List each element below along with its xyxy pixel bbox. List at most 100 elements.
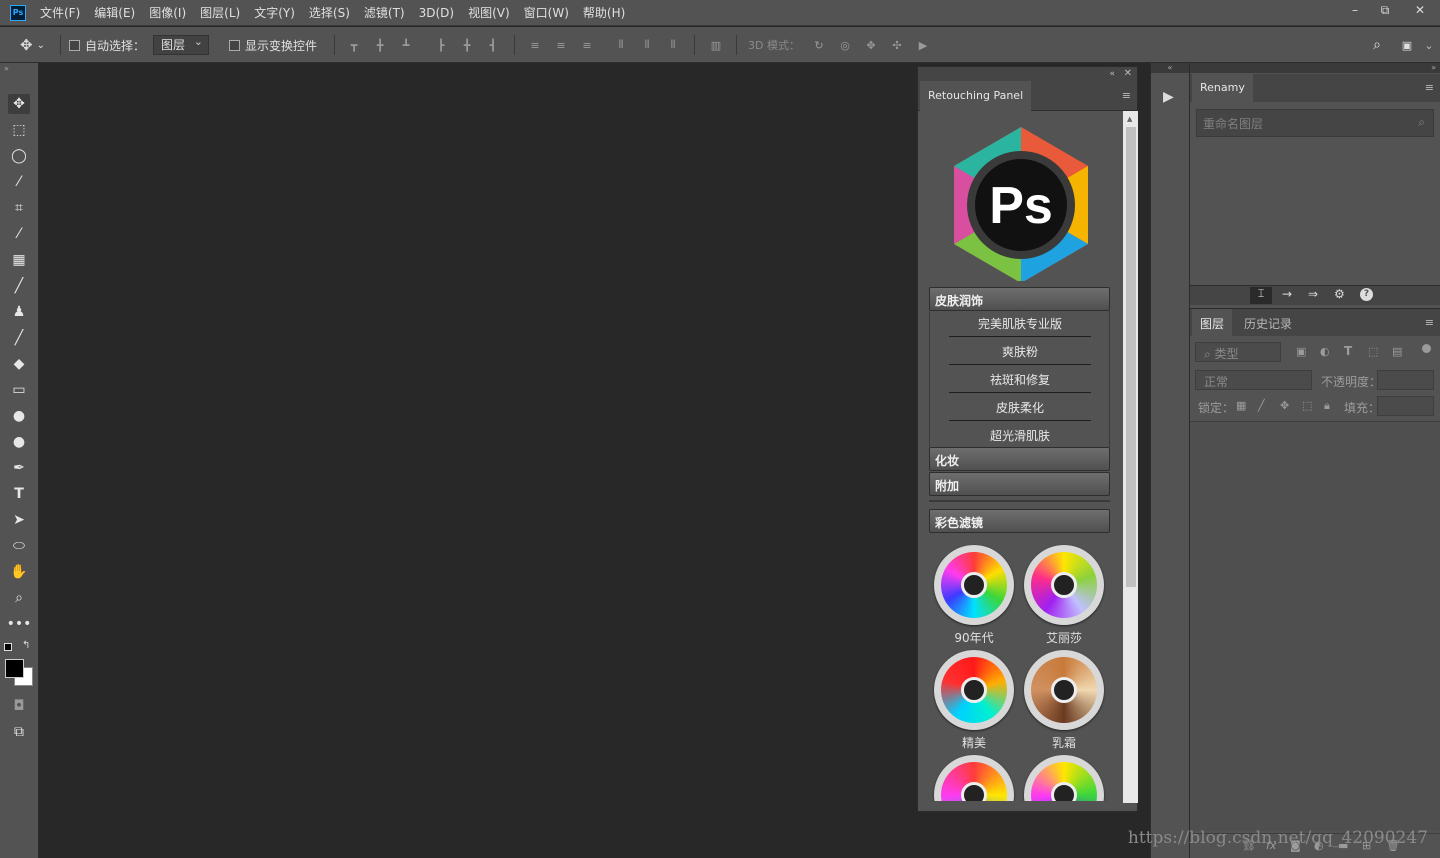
foreground-color-swatch[interactable] — [5, 659, 24, 678]
filter-alisa[interactable]: 艾丽莎 — [1024, 545, 1104, 645]
item-skin-powder[interactable]: 爽肤粉 — [949, 339, 1091, 365]
eyedropper-icon[interactable]: ⁄ — [8, 224, 30, 244]
marquee-tool-icon[interactable]: ⬚ — [8, 120, 30, 140]
lock-transparent-icon[interactable]: ▦ — [1236, 399, 1246, 412]
lock-artboard-icon[interactable]: ⬚ — [1302, 399, 1312, 412]
clone-stamp-icon[interactable]: ♟ — [8, 302, 30, 322]
menu-view[interactable]: 视图(V) — [468, 4, 510, 21]
fill-input[interactable] — [1377, 396, 1434, 416]
blend-mode-dropdown[interactable]: 正常 — [1195, 370, 1312, 390]
menu-3d[interactable]: 3D(D) — [419, 6, 454, 20]
align-left-icon[interactable]: ┣ — [434, 38, 448, 52]
swap-colors-icon[interactable]: ↰ — [22, 640, 30, 651]
align-bottom-icon[interactable]: ┻ — [399, 38, 413, 52]
section-makeup[interactable]: 化妆 — [929, 447, 1110, 471]
opacity-input[interactable] — [1377, 370, 1434, 390]
photoshop-logo-icon[interactable]: Ps — [10, 4, 26, 21]
menu-edit[interactable]: 编辑(E) — [94, 4, 135, 21]
distribute-top-icon[interactable]: ≡ — [528, 38, 542, 52]
dodge-tool-icon[interactable]: ● — [8, 432, 30, 452]
help-icon[interactable]: ? — [1360, 288, 1373, 301]
3d-pan-icon[interactable]: ✥ — [864, 38, 878, 52]
minimize-button[interactable]: – — [1340, 0, 1370, 20]
adjustment-filter-icon[interactable]: ◐ — [1320, 345, 1330, 358]
rename-layer-input[interactable]: 重命名图层 ⌕ — [1196, 109, 1434, 137]
gear-icon[interactable]: ⚙ — [1334, 287, 1345, 301]
restore-button[interactable]: ⧉ — [1370, 0, 1400, 20]
distribute-hcenter-icon[interactable]: ⦀ — [640, 38, 654, 52]
tab-layers[interactable]: 图层 — [1192, 309, 1233, 337]
rename-cursor-icon[interactable]: ⌶ — [1250, 287, 1272, 304]
retouching-panel-tab[interactable]: Retouching Panel — [920, 81, 1032, 111]
shape-filter-icon[interactable]: ⬚ — [1368, 345, 1378, 358]
item-skin-soften[interactable]: 皮肤柔化 — [949, 395, 1091, 421]
item-spot-repair[interactable]: 祛斑和修复 — [949, 367, 1091, 393]
collapse-arrows-icon[interactable]: « — [1151, 63, 1189, 73]
filter-next-1[interactable] — [934, 755, 1014, 801]
healing-brush-icon[interactable]: ▦ — [8, 250, 30, 270]
move-tool-icon[interactable]: ✥ ⌄ — [20, 27, 45, 63]
lasso-tool-icon[interactable]: ◯ — [8, 146, 30, 166]
auto-select-dropdown[interactable]: 图层 — [153, 33, 209, 55]
auto-align-icon[interactable]: ▥ — [709, 38, 723, 52]
layer-kind-filter[interactable]: ⌕ 类型 — [1195, 342, 1281, 362]
search-icon[interactable]: ⌕ — [1418, 115, 1425, 130]
item-perfect-skin-pro[interactable]: 完美肌肤专业版 — [949, 311, 1091, 337]
align-right-icon[interactable]: ┫ — [486, 38, 500, 52]
3d-rotate-icon[interactable]: ↻ — [812, 38, 826, 52]
menu-type[interactable]: 文字(Y) — [254, 4, 295, 21]
3d-roll-icon[interactable]: ◎ — [838, 38, 852, 52]
auto-select-checkbox[interactable]: 自动选择： — [69, 27, 145, 63]
gradient-tool-icon[interactable]: ▭ — [8, 380, 30, 400]
quick-mask-icon[interactable]: ◘ — [8, 696, 30, 716]
filter-next-2[interactable] — [1024, 755, 1104, 801]
menu-image[interactable]: 图像(I) — [149, 4, 186, 21]
workspace-icon[interactable]: ▣ — [1400, 38, 1414, 52]
eraser-tool-icon[interactable]: ◆ — [8, 354, 30, 374]
layer-list[interactable] — [1190, 421, 1440, 831]
collapse-arrows-icon[interactable]: » — [4, 64, 9, 73]
distribute-bottom-icon[interactable]: ≡ — [580, 38, 594, 52]
filter-toggle-icon[interactable] — [1422, 344, 1431, 353]
path-select-icon[interactable]: ➤ — [8, 510, 30, 530]
workspace-chevron-icon[interactable]: ⌄ — [1422, 38, 1436, 52]
more-tools-icon[interactable]: ••• — [7, 614, 32, 634]
show-transform-checkbox[interactable]: 显示变换控件 — [229, 27, 317, 63]
filter-cream[interactable]: 乳霜 — [1024, 650, 1104, 750]
arrow-right-icon[interactable]: → — [1282, 287, 1292, 301]
distribute-right-icon[interactable]: ⦀ — [666, 38, 680, 52]
menu-file[interactable]: 文件(F) — [40, 4, 80, 21]
menu-filter[interactable]: 滤镜(T) — [364, 4, 405, 21]
double-arrow-right-icon[interactable]: ⇒ — [1308, 287, 1318, 301]
move-tool-icon[interactable]: ✥ — [8, 94, 30, 114]
filter-exquisite[interactable]: 精美 — [934, 650, 1014, 750]
menu-select[interactable]: 选择(S) — [309, 4, 350, 21]
hand-tool-icon[interactable]: ✋ — [8, 562, 30, 582]
scrollbar-thumb[interactable] — [1126, 127, 1136, 587]
distribute-vcenter-icon[interactable]: ≡ — [554, 38, 568, 52]
tab-history[interactable]: 历史记录 — [1236, 309, 1300, 337]
expand-arrows-icon[interactable]: » — [1190, 63, 1440, 73]
section-color-filters[interactable]: 彩色滤镜 — [929, 509, 1110, 533]
search-icon[interactable]: ⌕ — [1370, 37, 1384, 53]
ellipse-tool-icon[interactable]: ⬭ — [8, 536, 30, 556]
item-ultra-smooth-skin[interactable]: 超光滑肌肤 — [949, 423, 1091, 449]
pen-tool-icon[interactable]: ✒ — [8, 458, 30, 478]
panel-menu-icon[interactable]: ≡ — [1425, 316, 1434, 329]
align-hcenter-icon[interactable]: ╋ — [460, 38, 474, 52]
section-extras[interactable]: 附加 — [929, 472, 1110, 496]
crop-tool-icon[interactable]: ⌗ — [8, 198, 30, 218]
3d-scale-icon[interactable]: ▶ — [916, 38, 930, 52]
document-canvas[interactable] — [40, 63, 917, 858]
align-vcenter-icon[interactable]: ╋ — [373, 38, 387, 52]
smart-object-filter-icon[interactable]: ▤ — [1392, 345, 1402, 358]
distribute-left-icon[interactable]: ⦀ — [614, 38, 628, 52]
3d-slide-icon[interactable]: ✣ — [890, 38, 904, 52]
brush-tool-icon[interactable]: ╱ — [8, 276, 30, 296]
section-skin-retouch[interactable]: 皮肤润饰 — [929, 287, 1110, 311]
lock-position-icon[interactable]: ✥ — [1280, 399, 1289, 412]
menu-window[interactable]: 窗口(W) — [524, 4, 569, 21]
close-button[interactable]: ✕ — [1400, 0, 1440, 20]
menu-help[interactable]: 帮助(H) — [583, 4, 625, 21]
menu-layer[interactable]: 图层(L) — [200, 4, 240, 21]
